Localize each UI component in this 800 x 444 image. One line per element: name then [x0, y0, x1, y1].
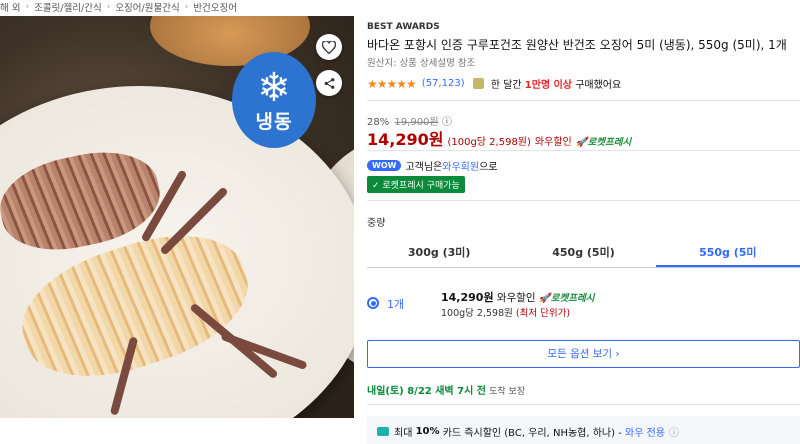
membership-text: 으로 [479, 162, 498, 173]
wishlist-button[interactable] [316, 34, 342, 60]
wow-discount-label: 와우할인 [534, 137, 572, 148]
delivery-info: 내일(토) 8/22 새벽 7시 전 도착 보장 [367, 382, 525, 397]
divider [367, 100, 800, 101]
price-row: 14,290원 (100g당 2,598원) 와우할인 🚀로켓프레시 [367, 126, 631, 150]
card-discount-banner[interactable]: 최대 10% 카드 즉시할인 (BC, 우리, NH농협, 하나) - 와우 전… [367, 416, 800, 444]
product-image[interactable]: ❄ 냉동 [0, 16, 354, 418]
product-title: 바다온 포항시 인증 구루포건조 원양산 반건조 오징어 5미 (냉동), 55… [367, 38, 787, 52]
product-info: BEST AWARDS 바다온 포항시 인증 구루포건조 원양산 반건조 오징어… [367, 0, 800, 444]
radio-selected-icon[interactable] [367, 297, 379, 309]
share-icon [324, 77, 334, 89]
card-rate: 10% [415, 425, 440, 437]
breadcrumb-item[interactable]: 반건오징어 [193, 0, 237, 14]
lowest-unit-price-label: (최저 단위가) [515, 308, 571, 319]
membership-row: WOW 고객님은 와우회원 으로 [367, 158, 497, 173]
unit-price: (100g당 2,598원) [447, 137, 531, 148]
frozen-badge: ❄ 냉동 [232, 52, 316, 148]
star-rating: ★★★★★ [367, 76, 417, 91]
weight-option-550g[interactable]: 550g (5미 [655, 238, 800, 267]
credit-card-icon [377, 426, 389, 436]
divider [367, 200, 800, 201]
option-quantity: 1개 [387, 298, 405, 311]
breadcrumb-item[interactable]: 조콜릿/젤리/간식 [34, 0, 102, 14]
chevron-right-icon: › [106, 2, 111, 12]
option-wow-label: 와우할인 [496, 292, 536, 304]
award-label: BEST AWARDS [367, 22, 440, 32]
weight-label: 중량 [367, 218, 386, 229]
purchase-stat: 한 달간 1만명 이상 구매했어요 [472, 76, 622, 91]
weight-option-300g[interactable]: 300g (3미) [367, 238, 511, 267]
sale-price: 14,290원 [367, 130, 444, 149]
rocket-fresh-badge: 🚀로켓프레시 [575, 137, 632, 148]
snowflake-icon: ❄ [257, 64, 291, 111]
purchase-stat-highlight: 1만명 이상 [524, 80, 572, 91]
card-wow-only: 와우 전용 [625, 427, 665, 439]
weight-options: 300g (3미) 450g (5미) 550g (5미 [367, 238, 800, 268]
share-button[interactable] [316, 70, 342, 96]
breadcrumb: 해 외 › 조콜릿/젤리/간식 › 오징어/원물간식 › 반건오징어 [0, 0, 237, 14]
card-prefix: 최대 [394, 427, 413, 439]
rocket-fresh-available-badge: ✓ 로켓프레시 구매가능 [367, 176, 465, 193]
wow-member-link[interactable]: 와우회원 [442, 158, 479, 173]
breadcrumb-item[interactable]: 해 외 [0, 0, 21, 14]
chevron-right-icon: › [25, 2, 30, 12]
origin-text: 원산지: 상품 상세설명 참조 [367, 58, 476, 69]
chevron-right-icon: › [184, 2, 189, 12]
option-price: 14,290원 [441, 291, 494, 304]
shopping-bag-icon [472, 78, 484, 89]
divider [367, 150, 800, 151]
selected-option-row[interactable]: 1개 14,290원 와우할인 🚀로켓프레시 100g당 2,598원 (최저 … [367, 288, 800, 322]
card-body: 카드 즉시할인 (BC, 우리, NH농협, 하나) - [442, 427, 622, 439]
review-count-link[interactable]: (57,123) [422, 78, 465, 89]
purchase-stat-prefix: 한 달간 [490, 80, 522, 91]
info-icon[interactable]: ⓘ [669, 424, 679, 439]
breadcrumb-item[interactable]: 오징어/원물간식 [115, 0, 179, 14]
option-unit-line: 100g당 2,598원 (최저 단위가) [441, 305, 570, 319]
purchase-stat-suffix: 구매했어요 [575, 80, 622, 91]
heart-icon [322, 40, 336, 54]
delivery-date: 내일(토) 8/22 새벽 7시 전 [367, 386, 486, 397]
weight-option-450g[interactable]: 450g (5미) [511, 238, 655, 267]
option-rocket-badge: 🚀로켓프레시 [538, 293, 595, 304]
membership-text: 고객님은 [405, 162, 443, 173]
option-price-line: 14,290원 와우할인 🚀로켓프레시 [441, 289, 594, 305]
divider [367, 404, 800, 405]
rating-row: ★★★★★ (57,123) 한 달간 1만명 이상 구매했어요 [367, 76, 622, 92]
delivery-guarantee: 도착 보장 [489, 387, 526, 397]
wow-badge: WOW [367, 160, 402, 171]
option-unit-price: 100g당 2,598원 [441, 308, 513, 319]
frozen-label: 냉동 [255, 110, 293, 133]
view-all-options-button[interactable]: 모든 옵션 보기 › [367, 340, 800, 368]
